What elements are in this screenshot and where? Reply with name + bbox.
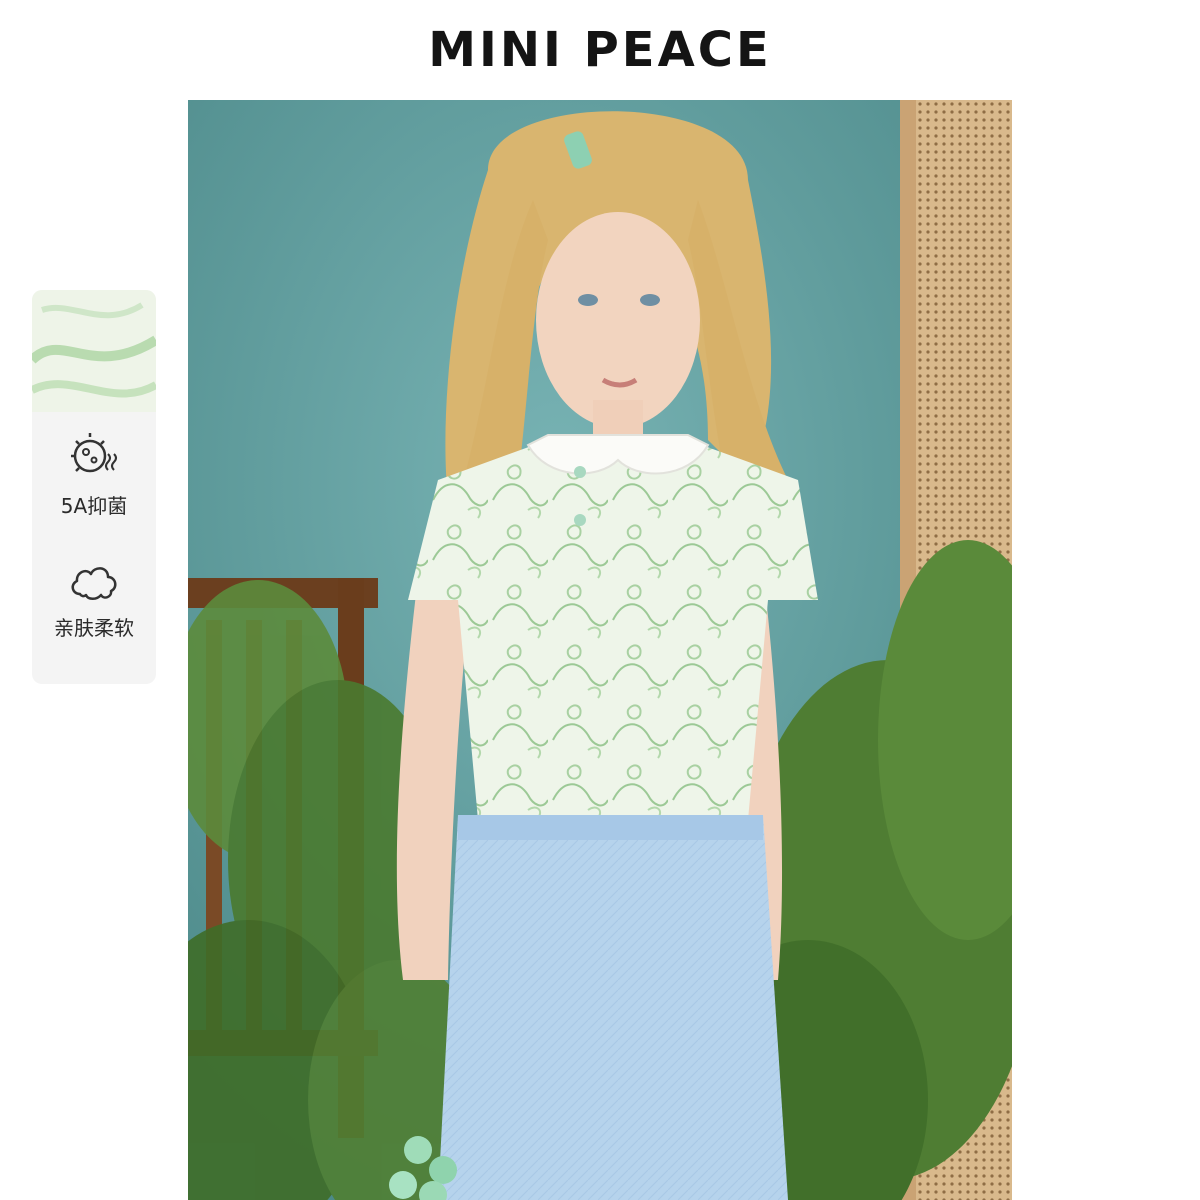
fabric-swatch-image <box>32 290 156 412</box>
feature-label-soft: 亲肤柔软 <box>54 616 134 640</box>
feature-soft: 亲肤柔软 <box>32 560 156 641</box>
feature-panel: 5A抑菌 亲肤柔软 <box>32 290 156 684</box>
antibacterial-icon <box>71 433 117 473</box>
feature-label-antibacterial: 5A抑菌 <box>60 494 128 518</box>
product-photo <box>188 100 1012 1200</box>
brand-title: MINI PEACE <box>428 22 772 78</box>
product-illustration <box>188 100 1012 1200</box>
denim-pants <box>438 815 788 1200</box>
feature-antibacterial: 5A抑菌 <box>32 430 156 519</box>
cloud-soft-icon <box>71 567 117 600</box>
